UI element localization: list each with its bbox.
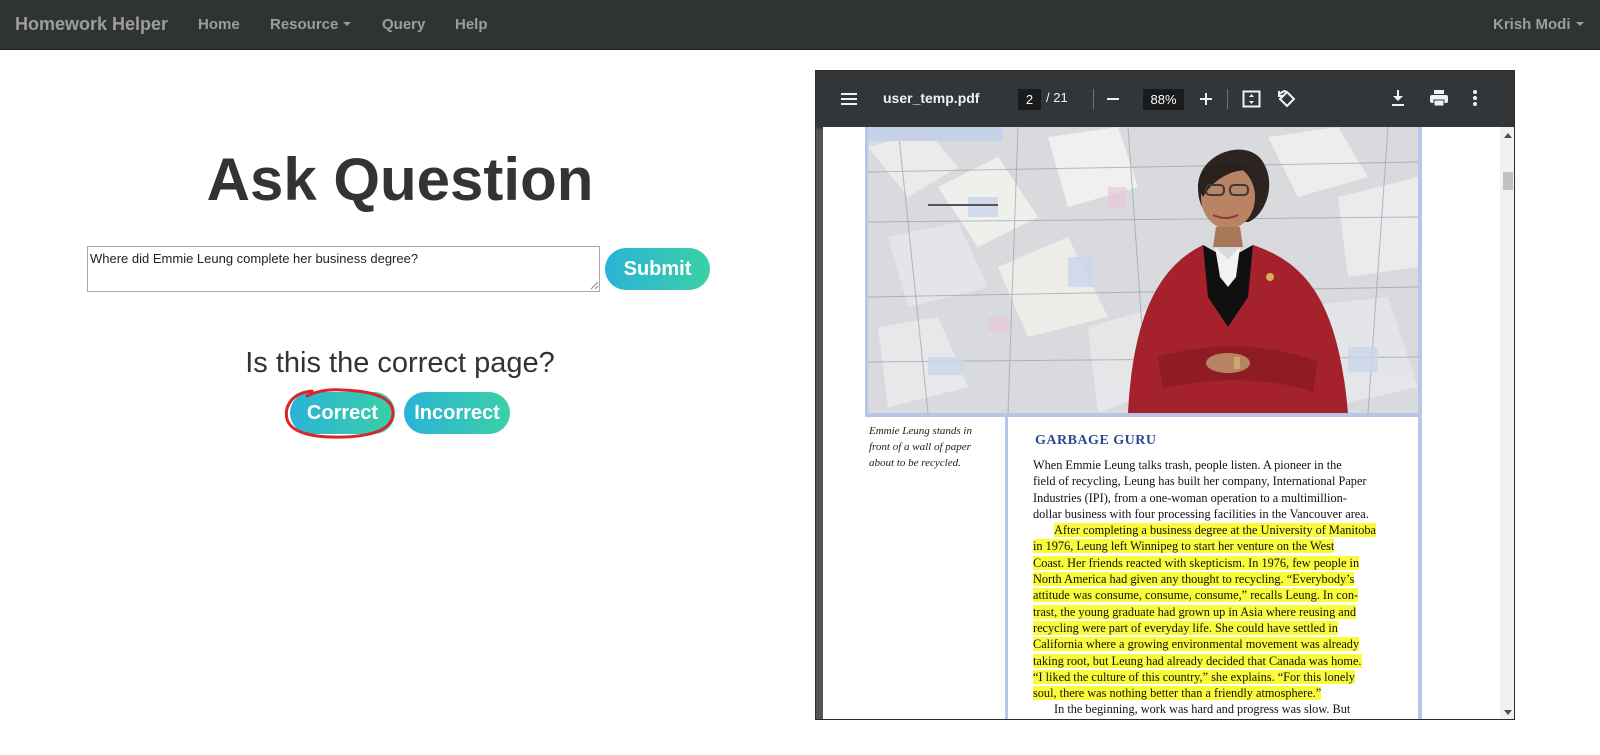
zoom-in-icon[interactable] [1199,92,1213,106]
caret-down-icon [343,22,352,27]
paragraph-highlighted: After completing a business degree at th… [1033,522,1411,701]
page-frame [865,413,1422,417]
caption-line: Emmie Leung stands in [869,425,972,437]
pdf-page: Emmie Leung stands in front of a wall of… [823,127,1500,719]
correct-button[interactable]: Correct [290,392,395,434]
scroll-down-icon[interactable] [1504,710,1512,715]
text-line: dollar business with four processing fac… [1033,506,1369,521]
page-frame [1005,417,1008,719]
highlighted-line: attitude was consume, consume, consume,”… [1033,588,1359,603]
page-title: Ask Question [206,146,594,213]
highlighted-line: in 1976, Leung left Winnipeg to start he… [1033,539,1335,554]
resize-grip-icon[interactable] [590,281,599,290]
user-menu-dropdown[interactable]: Krish Modi [1493,16,1584,33]
verify-prompt: Is this the correct page? [245,347,555,379]
rotate-icon[interactable] [1277,89,1297,109]
question-input[interactable]: Where did Emmie Leung complete her busin… [87,246,600,292]
pdf-toolbar: user_temp.pdf 2 / 21 88% [816,71,1514,127]
fit-page-icon[interactable] [1242,90,1261,108]
pdf-viewer: user_temp.pdf 2 / 21 88% Emmie Leung sta… [815,70,1515,720]
photo-emmie-leung [868,127,1418,413]
article-title: GARBAGE GURU [1035,433,1157,448]
highlighted-line: soul, there was nothing better than a fr… [1033,686,1322,701]
zoom-out-icon[interactable] [1106,92,1120,106]
page-number-input[interactable]: 2 [1018,89,1041,110]
pdf-scrollbar[interactable] [1500,127,1514,719]
highlighted-line: North America had given any thought to r… [1033,572,1355,587]
highlighted-line: California where a growing environmental… [1033,637,1360,652]
paragraph-intro: When Emmie Leung talks trash, people lis… [1033,457,1411,522]
download-icon[interactable] [1390,89,1406,107]
highlighted-line: Coast. Her friends reacted with skeptici… [1033,555,1360,570]
navbar: Homework Helper Home Resource Query Help… [0,0,1600,50]
menu-icon[interactable] [840,91,858,107]
more-options-icon[interactable] [1472,89,1478,107]
incorrect-button[interactable]: Incorrect [404,392,510,434]
nav-help[interactable]: Help [455,16,488,33]
text-line: When Emmie Leung talks trash, people lis… [1033,458,1342,472]
highlighted-line: trast, the young graduate had grown up i… [1033,604,1357,619]
paragraph-next: In the beginning, work was hard and prog… [1033,701,1411,717]
pdf-filename: user_temp.pdf [883,90,980,106]
caret-down-icon [1575,22,1584,27]
page-total: / 21 [1046,90,1068,105]
brand-link[interactable]: Homework Helper [15,14,168,35]
nav-query[interactable]: Query [382,16,425,33]
caption-line: about to be recycled. [869,457,961,469]
scrollbar-thumb[interactable] [1503,172,1513,190]
scroll-up-icon[interactable] [1504,133,1512,138]
user-name: Krish Modi [1493,16,1571,33]
highlighted-line: “I liked the culture of this country,” s… [1033,669,1355,684]
toolbar-divider [1093,89,1094,109]
highlighted-line: After completing a business degree at th… [1054,523,1377,538]
page-frame [1418,127,1422,719]
zoom-level[interactable]: 88% [1143,89,1184,110]
nav-resource-dropdown[interactable]: Resource [270,16,352,33]
photo-caption: Emmie Leung stands in front of a wall of… [869,423,994,471]
caption-line: front of a wall of paper [869,441,971,453]
print-icon[interactable] [1429,89,1449,107]
submit-button[interactable]: Submit [605,248,710,290]
toolbar-divider [1227,89,1228,109]
article-body: When Emmie Leung talks trash, people lis… [1033,457,1411,718]
nav-home[interactable]: Home [198,16,240,33]
text-line: field of recycling, Leung has built her … [1033,474,1367,489]
text-line: Industries (IPI), from a one-woman opera… [1033,490,1347,505]
text-line: In the beginning, work was hard and prog… [1054,702,1351,717]
highlighted-line: taking root, but Leung had already decid… [1033,653,1362,668]
nav-resource-label: Resource [270,16,339,33]
highlighted-line: recycling were part of everyday life. Sh… [1033,620,1338,635]
